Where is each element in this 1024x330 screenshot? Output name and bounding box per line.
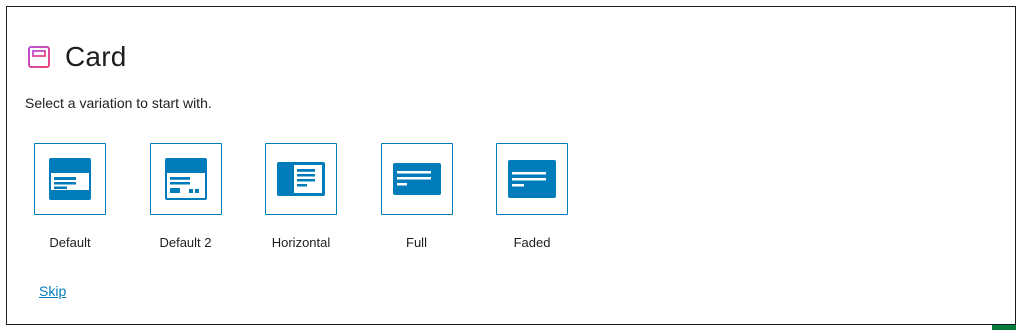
placeholder-title: Card (65, 41, 127, 72)
placeholder-header: Card (27, 39, 127, 75)
card-faded-icon (507, 159, 557, 199)
card-full-icon (392, 162, 442, 196)
variation-full-button[interactable] (380, 143, 453, 215)
block-placeholder: Card Select a variation to start with. D… (6, 6, 1016, 325)
card-default-icon (48, 157, 92, 201)
variation-picker: Default Default 2 Horizontal Full Faded (33, 143, 611, 250)
variation-default-2-label: Default 2 (159, 235, 212, 250)
card-default-2-icon (164, 157, 208, 201)
variation-default-label: Default (49, 235, 91, 250)
corner-indicator (992, 325, 1016, 330)
card-horizontal-icon (276, 161, 326, 197)
variation-faded-label: Faded (513, 235, 551, 250)
variation-full[interactable]: Full (380, 143, 454, 250)
variation-horizontal-button[interactable] (265, 143, 337, 215)
variation-default-button[interactable] (34, 143, 106, 215)
skip-link[interactable]: Skip (39, 283, 66, 299)
variation-horizontal[interactable]: Horizontal (264, 143, 338, 250)
variation-default-2[interactable]: Default 2 (149, 143, 223, 250)
variation-horizontal-label: Horizontal (271, 235, 331, 250)
variation-default[interactable]: Default (33, 143, 107, 250)
variation-faded-button[interactable] (496, 143, 568, 215)
variation-full-label: Full (406, 235, 427, 250)
variation-default-2-button[interactable] (149, 143, 222, 215)
variation-faded[interactable]: Faded (495, 143, 569, 250)
card-block-icon (27, 45, 51, 69)
placeholder-instructions: Select a variation to start with. (25, 95, 212, 111)
